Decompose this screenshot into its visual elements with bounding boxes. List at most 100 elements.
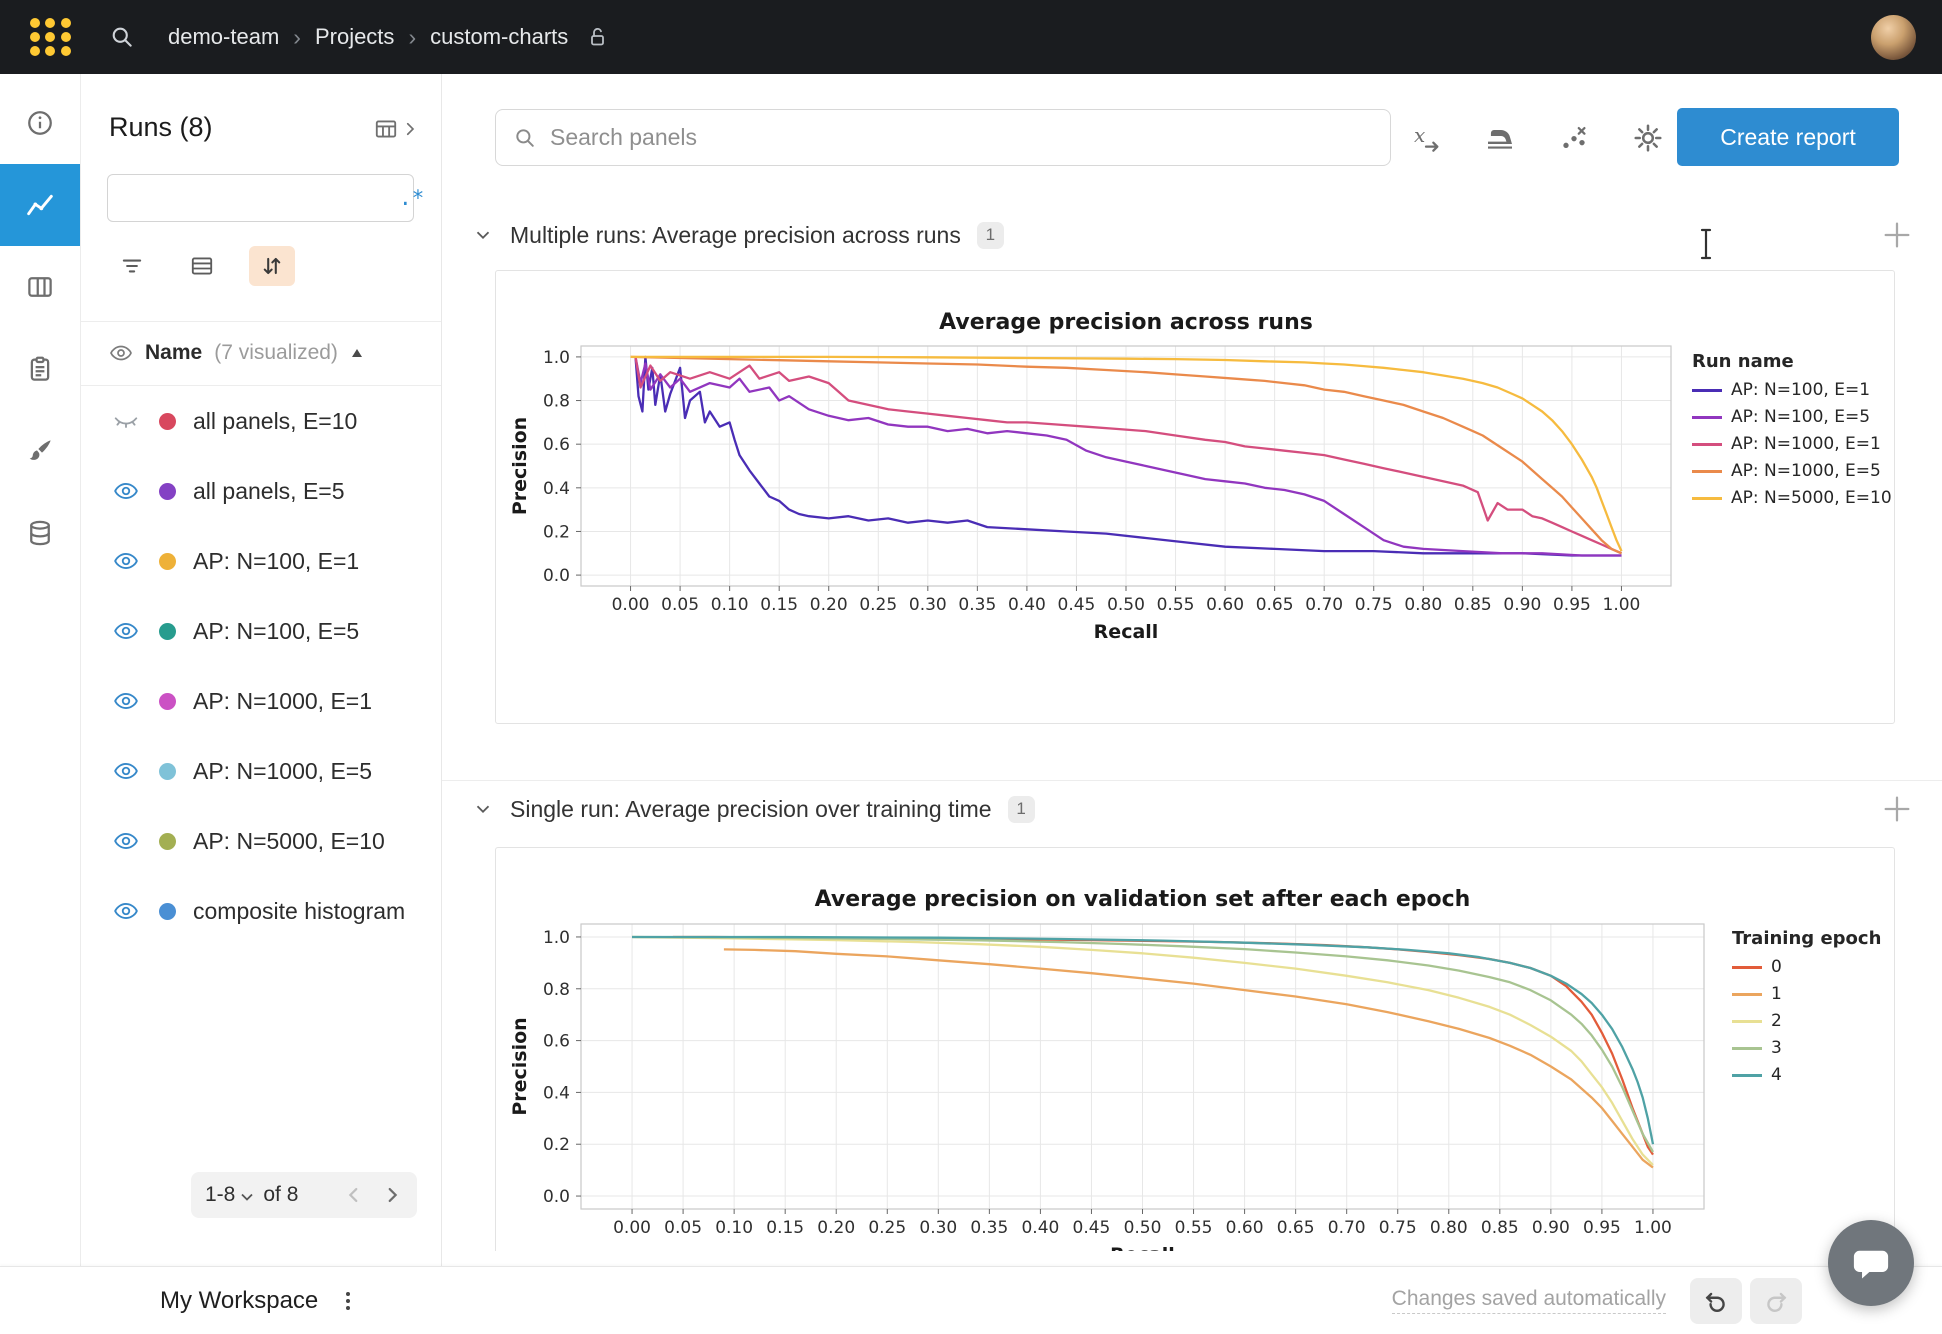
legend-label: 3 bbox=[1771, 1038, 1782, 1058]
pagination-range[interactable]: 1-8 bbox=[205, 1183, 235, 1207]
smoothing-iron-icon[interactable] bbox=[1478, 116, 1522, 160]
run-name: composite histogram bbox=[193, 898, 405, 925]
x-axis-settings-icon[interactable]: x bbox=[1404, 116, 1448, 160]
redo-button[interactable] bbox=[1750, 1278, 1802, 1324]
svg-text:0.35: 0.35 bbox=[970, 1218, 1008, 1238]
svg-text:0.85: 0.85 bbox=[1481, 1218, 1519, 1238]
workspace-main: x Create report Multiple runs: Average p… bbox=[442, 74, 1942, 1251]
section-title[interactable]: Multiple runs: Average precision across … bbox=[510, 222, 961, 249]
add-panel-button[interactable] bbox=[1880, 792, 1914, 826]
history-controls bbox=[1690, 1278, 1802, 1324]
top-navbar: demo-team › Projects › custom-charts bbox=[0, 0, 1942, 74]
panel-count-badge: 1 bbox=[977, 222, 1004, 249]
eye-icon[interactable] bbox=[113, 548, 139, 574]
run-name: all panels, E=10 bbox=[193, 408, 357, 435]
runs-search-input[interactable] bbox=[128, 186, 399, 210]
run-row[interactable]: composite histogram bbox=[81, 876, 441, 946]
figure: 0.000.050.100.150.200.250.300.350.400.45… bbox=[496, 271, 1894, 658]
rail-item-panels[interactable] bbox=[0, 246, 80, 328]
app-root: demo-team › Projects › custom-charts bbox=[0, 0, 1942, 1334]
chevron-down-icon[interactable] bbox=[472, 798, 494, 820]
filter-button[interactable] bbox=[109, 246, 155, 286]
svg-text:0.00: 0.00 bbox=[613, 1218, 651, 1238]
run-row[interactable]: AP: N=100, E=1 bbox=[81, 526, 441, 596]
chart-1: 0.000.050.100.150.200.250.300.350.400.45… bbox=[496, 870, 1726, 1251]
rail-item-notes[interactable] bbox=[0, 328, 80, 410]
pagination-next-button[interactable] bbox=[381, 1184, 403, 1206]
breadcrumb-projects[interactable]: Projects bbox=[315, 24, 394, 50]
panel-search-input[interactable] bbox=[550, 124, 1374, 151]
settings-gear-icon[interactable] bbox=[1626, 116, 1670, 160]
runs-title: Runs (8) bbox=[109, 112, 213, 143]
legend-entry: 3 bbox=[1732, 1038, 1881, 1058]
eye-icon[interactable] bbox=[113, 688, 139, 714]
svg-text:0.40: 0.40 bbox=[1008, 595, 1046, 615]
run-color-dot bbox=[159, 623, 176, 640]
breadcrumb-team[interactable]: demo-team bbox=[168, 24, 279, 50]
run-row[interactable]: all panels, E=5 bbox=[81, 456, 441, 526]
sort-button[interactable] bbox=[249, 246, 295, 286]
legend-entry: AP: N=100, E=5 bbox=[1692, 407, 1892, 427]
rail-item-charts[interactable] bbox=[0, 164, 80, 246]
run-row[interactable]: AP: N=1000, E=5 bbox=[81, 736, 441, 806]
svg-text:0.30: 0.30 bbox=[909, 595, 947, 615]
runs-list: all panels, E=10all panels, E=5AP: N=100… bbox=[81, 386, 441, 946]
svg-text:Average precision on validatio: Average precision on validation set afte… bbox=[815, 887, 1471, 912]
panel-count-badge: 1 bbox=[1008, 796, 1035, 823]
eye-icon bbox=[109, 341, 133, 365]
search-icon bbox=[512, 125, 538, 151]
eye-icon[interactable] bbox=[113, 758, 139, 784]
legend-swatch bbox=[1732, 1047, 1762, 1050]
rail-item-overview[interactable] bbox=[0, 82, 80, 164]
chevron-down-icon[interactable] bbox=[472, 224, 494, 246]
chart-panel-average-precision-per-epoch[interactable]: 0.000.050.100.150.200.250.300.350.400.45… bbox=[495, 847, 1895, 1251]
eye-icon[interactable] bbox=[113, 618, 139, 644]
undo-button[interactable] bbox=[1690, 1278, 1742, 1324]
outlier-removal-icon[interactable] bbox=[1552, 116, 1596, 160]
eye-off-icon[interactable] bbox=[113, 408, 139, 434]
run-row[interactable]: AP: N=5000, E=10 bbox=[81, 806, 441, 876]
svg-text:0.25: 0.25 bbox=[859, 595, 897, 615]
chart-panel-average-precision-across-runs[interactable]: 0.000.050.100.150.200.250.300.350.400.45… bbox=[495, 270, 1895, 724]
svg-text:0.30: 0.30 bbox=[919, 1218, 957, 1238]
svg-text:0.60: 0.60 bbox=[1226, 1218, 1264, 1238]
navbar-search-icon[interactable] bbox=[108, 23, 136, 51]
workspace-name[interactable]: My Workspace bbox=[160, 1287, 318, 1315]
create-report-button[interactable]: Create report bbox=[1677, 108, 1899, 166]
add-panel-button[interactable] bbox=[1880, 218, 1914, 252]
user-avatar[interactable] bbox=[1871, 15, 1916, 60]
svg-text:0.90: 0.90 bbox=[1503, 595, 1541, 615]
svg-text:x: x bbox=[1414, 123, 1425, 147]
svg-text:0.50: 0.50 bbox=[1124, 1218, 1162, 1238]
regex-toggle[interactable]: .* bbox=[399, 186, 424, 210]
runs-name-header[interactable]: Name (7 visualized) bbox=[109, 321, 364, 385]
run-color-dot bbox=[159, 413, 176, 430]
run-row[interactable]: AP: N=100, E=5 bbox=[81, 596, 441, 666]
svg-text:0.45: 0.45 bbox=[1073, 1218, 1111, 1238]
svg-text:0.50: 0.50 bbox=[1107, 595, 1145, 615]
runs-search-box: .* bbox=[107, 174, 414, 222]
eye-icon[interactable] bbox=[113, 828, 139, 854]
legend-swatch bbox=[1732, 1074, 1762, 1077]
rail-item-sweeps[interactable] bbox=[0, 410, 80, 492]
svg-text:0.55: 0.55 bbox=[1157, 595, 1195, 615]
runs-table-expand-button[interactable] bbox=[373, 116, 419, 142]
run-row[interactable]: AP: N=1000, E=1 bbox=[81, 666, 441, 736]
run-row[interactable]: all panels, E=10 bbox=[81, 386, 441, 456]
rail-item-artifacts[interactable] bbox=[0, 492, 80, 574]
eye-icon[interactable] bbox=[113, 898, 139, 924]
legend-swatch bbox=[1732, 993, 1762, 996]
wandb-logo-icon[interactable] bbox=[30, 18, 72, 56]
section-title[interactable]: Single run: Average precision over train… bbox=[510, 796, 992, 823]
breadcrumb-project-name[interactable]: custom-charts bbox=[430, 24, 568, 50]
support-chat-button[interactable] bbox=[1828, 1220, 1914, 1306]
svg-text:0.95: 0.95 bbox=[1553, 595, 1591, 615]
group-button[interactable] bbox=[179, 246, 225, 286]
eye-icon[interactable] bbox=[113, 478, 139, 504]
text-cursor bbox=[1698, 228, 1714, 260]
workspace-menu-button[interactable] bbox=[336, 1289, 360, 1313]
svg-text:1.00: 1.00 bbox=[1634, 1218, 1672, 1238]
legend-entry: AP: N=1000, E=5 bbox=[1692, 461, 1892, 481]
run-name: AP: N=5000, E=10 bbox=[193, 828, 385, 855]
pagination-prev-button[interactable] bbox=[343, 1184, 365, 1206]
